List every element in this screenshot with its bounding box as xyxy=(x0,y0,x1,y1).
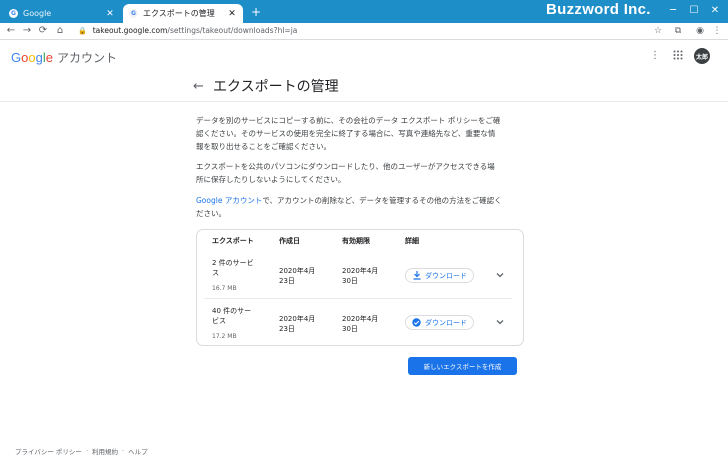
download-label: ダウンロード xyxy=(425,318,467,327)
forward-icon[interactable]: → xyxy=(20,24,34,38)
text-line: 所に保存したりしないようにしてください。 xyxy=(196,175,346,184)
column-header-created: 作成日 xyxy=(279,237,300,245)
tab-title: エクスポートの管理 xyxy=(143,9,215,18)
app-header: Google アカウント ⋮ xyxy=(0,41,728,71)
text-line: ださい。 xyxy=(196,209,226,218)
google-favicon-icon: G xyxy=(129,9,138,18)
logo-letter: e xyxy=(45,50,53,65)
create-new-export-button[interactable]: 新しいエクスポートを作成 xyxy=(408,357,517,375)
column-header-expires: 有効期限 xyxy=(342,237,370,245)
more-options-icon[interactable]: ⋮ xyxy=(649,50,661,62)
new-tab-button[interactable]: + xyxy=(249,5,263,19)
text-line: 2020年4月 xyxy=(279,267,316,275)
maximize-icon[interactable]: ☐ xyxy=(685,3,703,19)
text-line: で、アカウントの削除など、データを管理するその他の方法をご確認く xyxy=(262,196,502,205)
chevron-down-icon[interactable] xyxy=(496,318,504,327)
download-icon xyxy=(412,271,421,280)
logo-letter: g xyxy=(35,50,43,65)
export-name: 40 件のサー ビス xyxy=(212,306,251,326)
export-size: 17.2 MB xyxy=(212,333,237,340)
check-circle-icon xyxy=(412,318,421,327)
created-date: 2020年4月 23日 xyxy=(279,314,315,334)
text-line: 2020年4月 xyxy=(342,315,379,323)
brand-watermark: Buzzword Inc. xyxy=(546,1,651,18)
logo-suffix: アカウント xyxy=(56,51,117,65)
profile-icon[interactable]: ◉ xyxy=(693,24,707,38)
text-line: 23日 xyxy=(279,277,295,285)
text-line: 23日 xyxy=(279,325,295,333)
close-window-icon[interactable]: ✕ xyxy=(706,3,724,19)
text-line: エクスポートを公共のパソコンにダウンロードしたり、他のユーザーがアクセスできる場 xyxy=(196,162,495,171)
header-divider xyxy=(0,101,728,102)
expiry-date: 2020年4月 30日 xyxy=(342,266,378,286)
avatar[interactable]: 太郎 xyxy=(694,48,710,64)
back-icon[interactable]: ← xyxy=(4,24,18,38)
column-header-details: 詳細 xyxy=(405,237,419,245)
text-line: 2020年4月 xyxy=(342,267,379,275)
export-size: 16.7 MB xyxy=(212,285,237,292)
account-paragraph: Google アカウントで、アカウントの削除など、データを管理するその他の方法を… xyxy=(196,194,526,220)
address-bar[interactable]: 🔒 takeout.google.com/settings/takeout/do… xyxy=(78,24,668,38)
close-tab-icon[interactable]: ✕ xyxy=(227,9,237,19)
google-account-link[interactable]: Google アカウント xyxy=(196,196,262,205)
text-line: データを別のサービスにコピーする前に、その会社のデータ エクスポート ポリシーを… xyxy=(196,116,501,125)
browser-menu-icon[interactable]: ⋮ xyxy=(710,24,724,38)
url-host: takeout.google.com xyxy=(92,26,168,35)
apps-grid-icon[interactable] xyxy=(672,50,684,62)
tab-title: Google xyxy=(23,9,52,18)
terms-link[interactable]: 利用規約 xyxy=(92,446,118,456)
reload-icon[interactable]: ⟳ xyxy=(36,24,50,38)
privacy-policy-link[interactable]: プライバシー ポリシー xyxy=(15,446,82,456)
footer-separator: · xyxy=(85,447,89,455)
warning-paragraph: エクスポートを公共のパソコンにダウンロードしたり、他のユーザーがアクセスできる場… xyxy=(196,160,526,186)
browser-toolbar: ← → ⟳ ⌂ 🔒 takeout.google.com/settings/ta… xyxy=(0,23,728,40)
tab-export-management[interactable]: G エクスポートの管理 ✕ xyxy=(123,4,243,23)
page-title: エクスポートの管理 xyxy=(213,79,339,95)
download-label: ダウンロード xyxy=(425,271,467,280)
url-path: /settings/takeout/downloads?hl=ja xyxy=(167,26,298,35)
footer-separator: · xyxy=(122,447,125,455)
minimize-icon[interactable]: ─ xyxy=(664,3,682,19)
text-line: 報を取り出せることをご確認ください。 xyxy=(196,142,331,151)
download-button[interactable]: ダウンロード xyxy=(405,268,474,283)
extension-icon[interactable]: ⧉ xyxy=(671,24,685,38)
back-arrow-icon[interactable]: ← xyxy=(193,79,204,94)
browser-titlebar: G Google ✕ G エクスポートの管理 ✕ + Buzzword Inc.… xyxy=(0,0,728,23)
lock-icon: 🔒 xyxy=(78,27,87,35)
intro-paragraph: データを別のサービスにコピーする前に、その会社のデータ エクスポート ポリシーを… xyxy=(196,114,526,153)
close-tab-icon[interactable]: ✕ xyxy=(105,9,115,19)
expiry-date: 2020年4月 30日 xyxy=(342,314,378,334)
logo-letter: G xyxy=(11,50,22,65)
text-line: 30日 xyxy=(342,325,358,333)
text-line: 30日 xyxy=(342,277,358,285)
bookmark-star-icon[interactable]: ☆ xyxy=(651,24,665,38)
home-icon[interactable]: ⌂ xyxy=(53,24,67,38)
help-link[interactable]: ヘルプ xyxy=(128,446,148,456)
text-line: 認ください。そのサービスの使用を完全に終了する場合に、写真や連絡先など、重要な情 xyxy=(196,129,496,138)
created-date: 2020年4月 23日 xyxy=(279,266,315,286)
google-favicon-icon: G xyxy=(9,9,18,18)
text-line: ス xyxy=(212,269,219,277)
google-account-logo[interactable]: Google アカウント xyxy=(11,49,117,66)
column-header-export: エクスポート xyxy=(212,237,254,245)
text-line: 2020年4月 xyxy=(279,315,316,323)
export-name: 2 件のサービ ス xyxy=(212,258,254,278)
logo-letter: o xyxy=(28,50,36,65)
row-divider xyxy=(204,298,512,299)
tab-google[interactable]: G Google ✕ xyxy=(3,4,121,23)
chevron-down-icon[interactable] xyxy=(496,271,504,280)
text-line: 2 件のサービ xyxy=(212,259,254,267)
footer: プライバシー ポリシー · 利用規約 · ヘルプ xyxy=(15,446,148,456)
text-line: ビス xyxy=(212,317,226,325)
text-line: 40 件のサー xyxy=(212,307,252,315)
download-button[interactable]: ダウンロード xyxy=(405,315,474,330)
